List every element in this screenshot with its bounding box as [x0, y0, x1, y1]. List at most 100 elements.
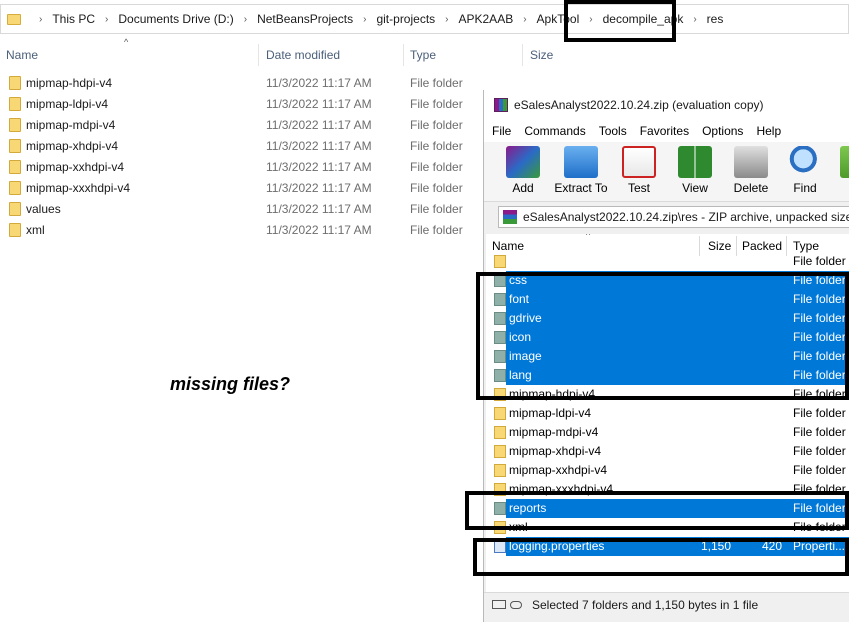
path-bar[interactable]: eSalesAnalyst2022.10.24.zip\res - ZIP ar…	[498, 206, 849, 228]
folder-icon	[7, 13, 21, 25]
toolbar-button[interactable]: Extract To	[552, 146, 610, 195]
address-bar[interactable]: › This PC › Documents Drive (D:) › NetBeansPr…	[0, 4, 849, 34]
breadcrumb: › This PC › Documents Drive (D:) › NetBeansPr…	[29, 12, 723, 26]
entry-name: mipmap-ldpi-v4	[509, 406, 592, 420]
menu-item[interactable]: Favorites	[640, 124, 689, 138]
file-type: File folder	[410, 75, 463, 90]
file-row[interactable]: mipmap-xhdpi-v4 11/3/2022 11:17 AM File fo…	[0, 135, 480, 156]
archive-folder-row[interactable]: xml File folder	[486, 518, 849, 537]
file-row[interactable]: mipmap-xxhdpi-v4 11/3/2022 11:17 AM File f…	[0, 156, 480, 177]
delete-icon	[734, 146, 768, 178]
column-divider[interactable]	[258, 44, 259, 66]
breadcrumb-item[interactable]: › git-projects	[353, 12, 435, 26]
winrar-logo-icon	[494, 98, 508, 112]
title-bar[interactable]: eSalesAnalyst2022.10.24.zip (evaluation …	[484, 90, 849, 120]
breadcrumb-item[interactable]: › decompile_apk	[579, 12, 683, 26]
archive-folder-row[interactable]: css File folder	[486, 271, 849, 290]
menu-item[interactable]: File	[492, 124, 511, 138]
chevron-right-icon[interactable]: ›	[523, 14, 526, 25]
menu-item[interactable]: Options	[702, 124, 743, 138]
chevron-right-icon[interactable]: ›	[244, 14, 247, 25]
archive-folder-row[interactable]: font File folder	[486, 290, 849, 309]
add-icon	[506, 146, 540, 178]
folder-icon	[9, 75, 21, 90]
archive-folder-row[interactable]: reports File folder	[486, 499, 849, 518]
toolbar-button[interactable]: Test	[610, 146, 668, 195]
menu-item[interactable]: Commands	[524, 124, 585, 138]
archive-folder-row[interactable]: mipmap-hdpi-v4 File folder	[486, 385, 849, 404]
file-date: 11/3/2022 11:17 AM	[266, 96, 372, 111]
chevron-right-icon[interactable]: ›	[39, 14, 42, 25]
archive-folder-row[interactable]: mipmap-ldpi-v4 File folder	[486, 404, 849, 423]
breadcrumb-item[interactable]: › res	[683, 12, 723, 26]
chevron-right-icon[interactable]: ›	[363, 14, 366, 25]
column-header-size[interactable]: Size	[530, 44, 553, 66]
file-row[interactable]: xml 11/3/2022 11:17 AM File folder	[0, 219, 480, 240]
toolbar-label: W	[828, 181, 849, 195]
file-row[interactable]: mipmap-hdpi-v4 11/3/2022 11:17 AM File fol…	[0, 72, 480, 93]
column-header-name[interactable]: Name	[6, 44, 38, 66]
entry-name: lang	[509, 368, 532, 382]
folder-icon	[494, 255, 506, 268]
toolbar-button[interactable]: Add	[494, 146, 552, 195]
entry-type: File folder	[793, 482, 846, 496]
breadcrumb-item[interactable]: › NetBeansProjects	[234, 12, 353, 26]
toolbar-button[interactable]: W	[828, 146, 849, 195]
folder-icon	[9, 96, 21, 111]
entry-name: mipmap-hdpi-v4	[509, 387, 596, 401]
archive-folder-row[interactable]: mipmap-mdpi-v4 File folder	[486, 423, 849, 442]
toolbar-button[interactable]: Delete	[722, 146, 780, 195]
file-type: File folder	[410, 159, 463, 174]
column-header-date[interactable]: Date modified	[266, 44, 340, 66]
entry-name: xml	[509, 520, 528, 534]
folder-icon	[494, 293, 506, 306]
archive-file-row[interactable]: logging.properties 1,150 420 Properti...	[486, 537, 849, 556]
breadcrumb-item[interactable]: › APK2AAB	[435, 12, 513, 26]
chevron-right-icon[interactable]: ›	[105, 14, 108, 25]
archive-folder-row[interactable]: gdrive File folder	[486, 309, 849, 328]
menu-item[interactable]: Tools	[599, 124, 627, 138]
breadcrumb-item[interactable]: › This PC	[29, 12, 95, 26]
archive-folder-row[interactable]: mipmap-xxhdpi-v4 File folder	[486, 461, 849, 480]
entry-type: File folder	[793, 311, 846, 325]
archive-folder-row[interactable]: mipmap-xhdpi-v4 File folder	[486, 442, 849, 461]
file-row[interactable]: values 11/3/2022 11:17 AM File folder	[0, 198, 480, 219]
breadcrumb-item[interactable]: › Documents Drive (D:)	[95, 12, 234, 26]
file-name: mipmap-xxhdpi-v4	[26, 159, 125, 174]
menu-item[interactable]: Help	[756, 124, 781, 138]
archive-folder-row[interactable]: mipmap-xxxhdpi-v4 File folder	[486, 480, 849, 499]
file-row[interactable]: mipmap-ldpi-v4 11/3/2022 11:17 AM File fol…	[0, 93, 480, 114]
entry-type: File folder	[793, 349, 846, 363]
file-date: 11/3/2022 11:17 AM	[266, 138, 372, 153]
file-type: File folder	[410, 180, 463, 195]
archive-folder-row[interactable]: lang File folder	[486, 366, 849, 385]
entry-type: Properti...	[793, 539, 846, 553]
archive-folder-row[interactable]: image File folder	[486, 347, 849, 366]
folder-icon	[494, 274, 506, 287]
chevron-right-icon[interactable]: ›	[589, 14, 592, 25]
toolbar-button[interactable]: Find	[776, 146, 834, 195]
file-date: 11/3/2022 11:17 AM	[266, 180, 372, 195]
chevron-right-icon[interactable]: ›	[693, 14, 696, 25]
chevron-right-icon[interactable]: ›	[445, 14, 448, 25]
file-date: 11/3/2022 11:17 AM	[266, 117, 372, 132]
breadcrumb-item[interactable]: › ApkTool	[513, 12, 579, 26]
breadcrumb-label: NetBeansProjects	[257, 12, 354, 26]
entry-type: File folder	[793, 520, 846, 534]
toolbar-button[interactable]: View	[666, 146, 724, 195]
file-name: xml	[26, 222, 45, 237]
file-row[interactable]: mipmap-xxxhdpi-v4 11/3/2022 11:17 AM File …	[0, 177, 480, 198]
file-date: 11/3/2022 11:17 AM	[266, 201, 372, 216]
drive-icon	[492, 600, 506, 609]
folder-icon	[494, 331, 506, 344]
folder-icon	[494, 445, 506, 458]
file-row[interactable]: mipmap-mdpi-v4 11/3/2022 11:17 AM File fol…	[0, 114, 480, 135]
archive-folder-row[interactable]: File folder	[486, 252, 849, 271]
column-header-type[interactable]: Type	[410, 44, 436, 66]
entry-name: mipmap-xxhdpi-v4	[509, 463, 608, 477]
sort-up-icon: ^	[586, 234, 591, 240]
column-divider[interactable]	[522, 44, 523, 66]
toolbar-label: Add	[512, 181, 534, 195]
archive-folder-row[interactable]: icon File folder	[486, 328, 849, 347]
column-divider[interactable]	[403, 44, 404, 66]
